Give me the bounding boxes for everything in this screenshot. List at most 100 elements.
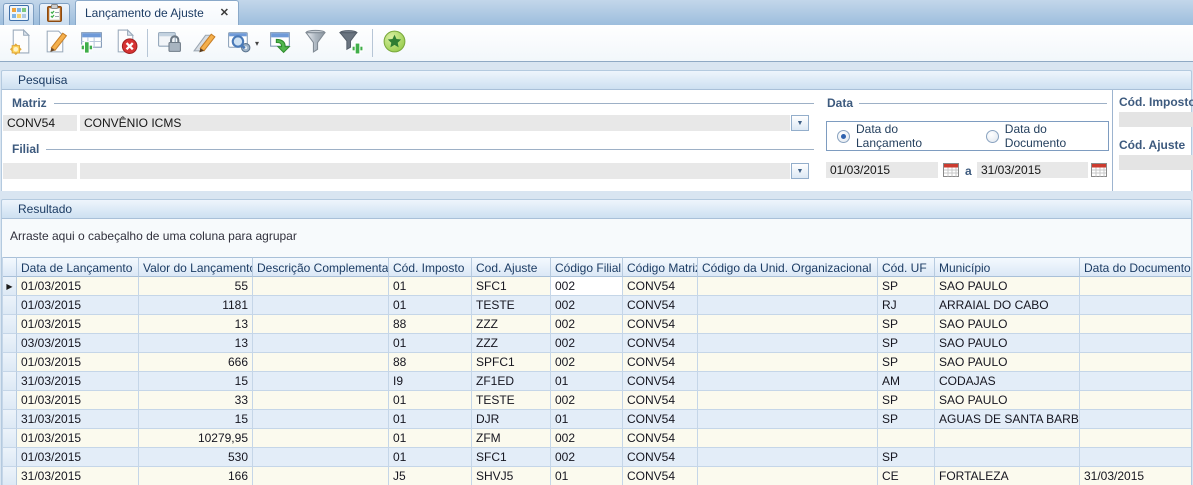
table-row[interactable]: 31/03/20151501DJR01CONV54SPAGUAS DE SANT… xyxy=(3,410,1192,429)
grid-cell[interactable]: CONV54 xyxy=(623,448,698,467)
table-row[interactable]: 01/03/201566688SPFC1002CONV54SPSAO PAULO xyxy=(3,353,1192,372)
row-indicator[interactable] xyxy=(3,372,17,391)
column-header[interactable]: Data de Lançamento xyxy=(17,257,139,277)
grid-cell[interactable]: 10279,95 xyxy=(139,429,253,448)
write-button[interactable] xyxy=(187,26,222,60)
grid-cell[interactable] xyxy=(698,448,878,467)
resultado-group-header[interactable]: Resultado xyxy=(1,199,1192,219)
grid-cell[interactable]: 002 xyxy=(551,315,623,334)
grid-cell[interactable] xyxy=(1080,448,1192,467)
grid-cell[interactable] xyxy=(698,391,878,410)
grid-cell[interactable]: SAO PAULO xyxy=(935,391,1080,410)
grid-cell[interactable] xyxy=(698,353,878,372)
table-row[interactable]: 01/03/201510279,9501ZFM002CONV54 xyxy=(3,429,1192,448)
grid-cell[interactable]: TESTE xyxy=(472,391,551,410)
grid-cell[interactable]: 01/03/2015 xyxy=(17,448,139,467)
grid-cell[interactable]: 13 xyxy=(139,334,253,353)
grid-cell[interactable] xyxy=(253,467,389,485)
grid-cell[interactable] xyxy=(1080,277,1192,296)
grid-cell[interactable]: SAO PAULO xyxy=(935,334,1080,353)
row-indicator[interactable] xyxy=(3,334,17,353)
grid-cell[interactable]: SPFC1 xyxy=(472,353,551,372)
pesquisa-group-header[interactable]: Pesquisa xyxy=(1,70,1192,90)
export-button[interactable] xyxy=(263,26,298,60)
grid-cell[interactable]: SP xyxy=(878,334,935,353)
grid-cell[interactable]: 01 xyxy=(389,429,472,448)
row-indicator[interactable] xyxy=(3,391,17,410)
grid-cell[interactable]: SAO PAULO xyxy=(935,353,1080,372)
row-indicator[interactable] xyxy=(3,448,17,467)
table-row[interactable]: 01/03/2015118101TESTE002CONV54RJARRAIAL … xyxy=(3,296,1192,315)
grid-cell[interactable]: 01 xyxy=(551,372,623,391)
grid-cell[interactable]: 15 xyxy=(139,372,253,391)
grid-cell[interactable] xyxy=(1080,410,1192,429)
grid-cell[interactable]: SAO PAULO xyxy=(935,315,1080,334)
grid-cell[interactable] xyxy=(1080,372,1192,391)
grid-cell[interactable]: ARRAIAL DO CABO xyxy=(935,296,1080,315)
grid-cell[interactable] xyxy=(253,429,389,448)
grid-cell[interactable]: SP xyxy=(878,410,935,429)
column-header[interactable]: Valor do Lançamento xyxy=(139,257,253,277)
column-header[interactable]: Código Filial xyxy=(551,257,623,277)
row-indicator[interactable]: ▶ xyxy=(3,277,17,296)
grid-cell[interactable] xyxy=(935,429,1080,448)
table-row[interactable]: 01/03/201553001SFC1002CONV54SP xyxy=(3,448,1192,467)
grid-cell[interactable]: 002 xyxy=(551,353,623,372)
grid-cell[interactable]: 01/03/2015 xyxy=(17,315,139,334)
grid-cell[interactable]: I9 xyxy=(389,372,472,391)
date-from-field[interactable] xyxy=(826,162,938,178)
grid-cell[interactable]: 01/03/2015 xyxy=(17,391,139,410)
close-icon[interactable]: ✕ xyxy=(220,8,229,19)
grid-cell[interactable]: 530 xyxy=(139,448,253,467)
grid-cell[interactable]: 01/03/2015 xyxy=(17,429,139,448)
grid-cell[interactable]: DJR xyxy=(472,410,551,429)
grid-cell[interactable]: CONV54 xyxy=(623,467,698,485)
row-indicator[interactable] xyxy=(3,410,17,429)
grid-cell[interactable]: 002 xyxy=(551,391,623,410)
grid-cell[interactable] xyxy=(1080,296,1192,315)
grid-cell[interactable] xyxy=(1080,429,1192,448)
grid-cell[interactable]: AGUAS DE SANTA BARBARA xyxy=(935,410,1080,429)
row-indicator[interactable] xyxy=(3,429,17,448)
column-header[interactable]: Cód. UF xyxy=(878,257,935,277)
grid-cell[interactable]: CODAJAS xyxy=(935,372,1080,391)
grid-cell[interactable]: 166 xyxy=(139,467,253,485)
radio-data-documento[interactable]: Data do Documento xyxy=(986,122,1108,150)
tab-tasks[interactable] xyxy=(39,3,70,25)
grid-cell[interactable] xyxy=(935,448,1080,467)
grid-cell[interactable] xyxy=(698,372,878,391)
grid-cell[interactable]: J5 xyxy=(389,467,472,485)
grid-cell[interactable]: ZZZ xyxy=(472,315,551,334)
table-row[interactable]: ▶01/03/20155501SFC1002CONV54SPSAO PAULO xyxy=(3,277,1192,296)
column-header[interactable]: Cod. Ajuste xyxy=(472,257,551,277)
grid-cell[interactable] xyxy=(698,315,878,334)
grid-cell[interactable]: 01 xyxy=(389,277,472,296)
grid-cell[interactable]: SAO PAULO xyxy=(935,277,1080,296)
grid-cell[interactable] xyxy=(698,334,878,353)
grid-cell[interactable] xyxy=(698,410,878,429)
grid-cell[interactable] xyxy=(698,467,878,485)
grid-cell[interactable]: CONV54 xyxy=(623,353,698,372)
grid-cell[interactable]: CONV54 xyxy=(623,372,698,391)
matriz-code-field[interactable] xyxy=(3,115,77,131)
grid-cell[interactable]: SFC1 xyxy=(472,448,551,467)
column-header[interactable]: Município xyxy=(935,257,1080,277)
delete-button[interactable] xyxy=(108,26,143,60)
row-indicator[interactable] xyxy=(3,296,17,315)
grid-cell[interactable] xyxy=(253,277,389,296)
grid-cell[interactable]: RJ xyxy=(878,296,935,315)
column-header[interactable]: Cód. Imposto xyxy=(389,257,472,277)
group-by-hint[interactable]: Arraste aqui o cabeçalho de uma coluna p… xyxy=(10,229,297,243)
cod-ajuste-field[interactable] xyxy=(1119,155,1193,170)
filter-button[interactable] xyxy=(298,26,333,60)
matriz-description-field[interactable] xyxy=(80,115,790,131)
grid-cell[interactable]: CONV54 xyxy=(623,315,698,334)
grid-cell[interactable] xyxy=(253,410,389,429)
filial-code-field[interactable] xyxy=(3,163,77,179)
grid-cell[interactable]: 002 xyxy=(551,448,623,467)
table-row[interactable]: 01/03/20153301TESTE002CONV54SPSAO PAULO xyxy=(3,391,1192,410)
edit-button[interactable] xyxy=(38,26,73,60)
grid-cell[interactable]: 1181 xyxy=(139,296,253,315)
tab-home[interactable] xyxy=(3,3,34,25)
grid-cell[interactable]: 01/03/2015 xyxy=(17,353,139,372)
